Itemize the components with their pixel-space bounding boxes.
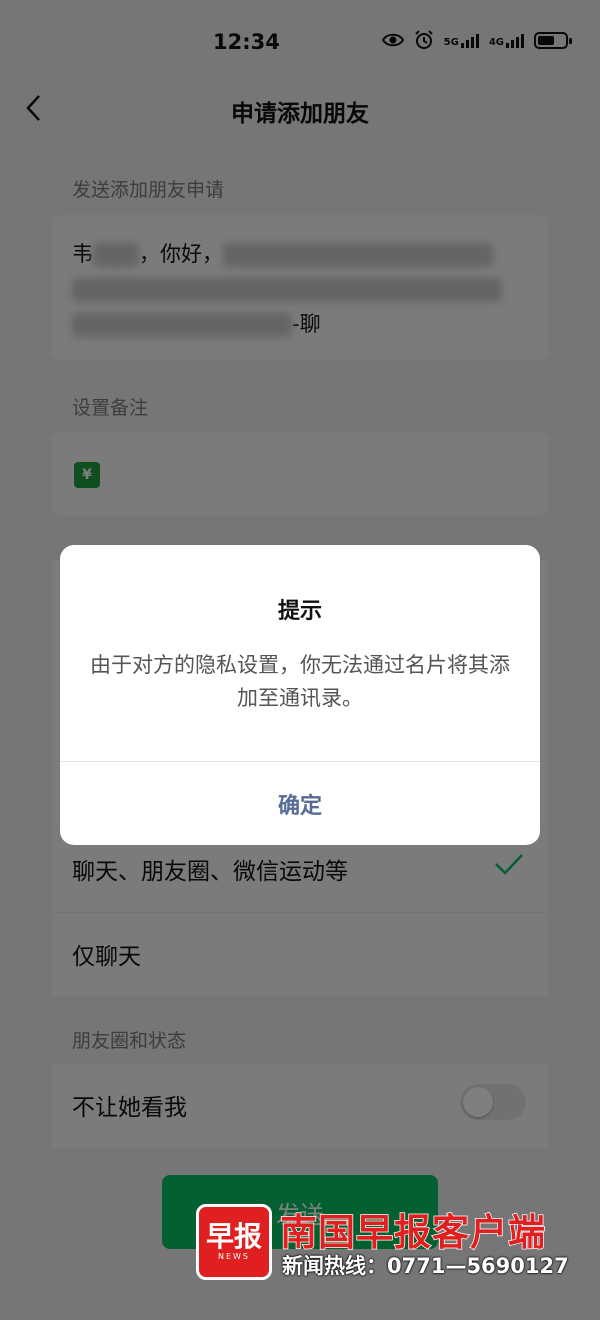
alert-dialog: 提示 由于对方的隐私设置，你无法通过名片将其添加至通讯录。 确定 (60, 545, 540, 845)
watermark-title: 南国早报客户端 (279, 1210, 546, 1255)
dialog-ok-button[interactable]: 确定 (60, 762, 540, 845)
news-watermark: 早报 NEWS 南国早报客户端 新闻热线：0771—5690127 (196, 1200, 576, 1284)
watermark-hotline: 新闻热线：0771—5690127 (282, 1254, 569, 1278)
dialog-message: 由于对方的隐私设置，你无法通过名片将其添加至通讯录。 (90, 653, 510, 710)
news-logo: 早报 NEWS (196, 1204, 272, 1280)
dialog-title: 提示 (277, 599, 322, 624)
